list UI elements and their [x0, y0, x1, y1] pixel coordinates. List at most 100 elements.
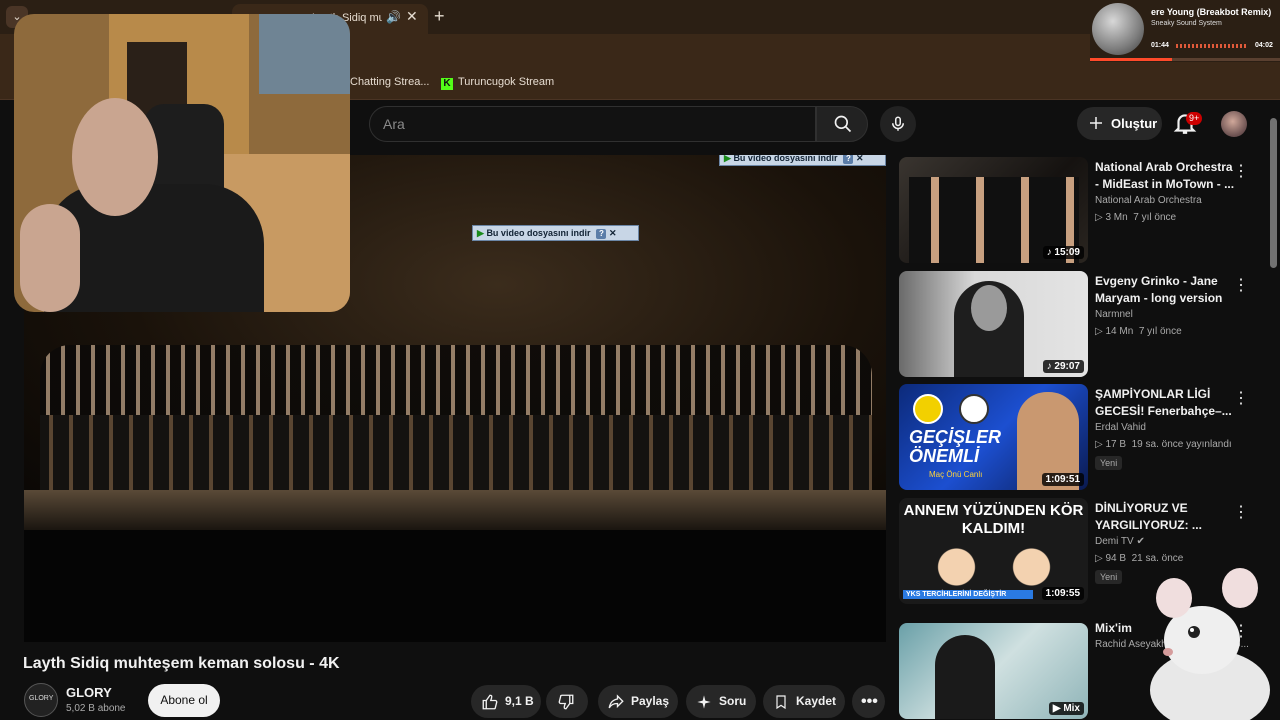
- bookmark-icon: [776, 695, 786, 710]
- recommendation-channel[interactable]: Demi TV ✔: [1095, 536, 1145, 547]
- rat-overlay: [1150, 568, 1270, 720]
- search-input-box[interactable]: [369, 106, 816, 142]
- like-button[interactable]: 9,1 B: [471, 685, 541, 718]
- duration-badge: ♪ 29:07: [1042, 360, 1084, 373]
- recommendation-thumbnail[interactable]: ♪ 29:07: [899, 271, 1088, 377]
- recommendation-thumbnail[interactable]: ANNEM YÜZÜNDEN KÖR KALDIM! YKS TERCİHLER…: [899, 498, 1088, 604]
- recommendation-title[interactable]: DİNLİYORUZ VE YARGILIYORUZ: ...: [1095, 500, 1235, 534]
- search-input[interactable]: Ara: [383, 116, 405, 132]
- recommendation-item[interactable]: ♪ 15:09 National Arab Orchestra - MidEas…: [899, 157, 1259, 265]
- save-label: Kaydet: [796, 694, 837, 708]
- now-playing-current-time: 01:44: [1151, 42, 1169, 49]
- sparkle-icon: [697, 695, 711, 709]
- thumbs-down-icon: [558, 694, 574, 710]
- download-video-banner-top[interactable]: ▶ Bu video dosyasını indir? ✕: [719, 155, 886, 166]
- thumbnail-people: [919, 544, 1069, 590]
- dislike-button[interactable]: [546, 685, 588, 718]
- voice-search-button[interactable]: [880, 106, 916, 142]
- recommendation-meta: ▷ 17 B 19 sa. önce yayınlandı: [1095, 439, 1232, 450]
- rat-eye: [1188, 626, 1200, 638]
- close-icon[interactable]: ✕: [856, 155, 864, 163]
- account-avatar[interactable]: [1221, 111, 1247, 137]
- thumbnail-subtitle: YKS TERCİHLERİNİ DEĞİŞTİR: [903, 590, 1033, 599]
- tab-close-icon[interactable]: ✕: [406, 8, 418, 25]
- more-vertical-icon[interactable]: ⋮: [1233, 275, 1249, 295]
- notification-count-badge: 9+: [1186, 112, 1203, 125]
- search-icon: [834, 115, 852, 133]
- ask-button[interactable]: Soru: [686, 685, 756, 718]
- new-badge: Yeni: [1095, 570, 1123, 584]
- channel-avatar-logo-text: GLORY: [29, 695, 54, 702]
- recommendation-title[interactable]: Evgeny Grinko - Jane Maryam - long versi…: [1095, 273, 1235, 307]
- new-tab-button[interactable]: +: [434, 6, 445, 27]
- download-video-banner[interactable]: ▶ Bu video dosyasını indir? ✕: [472, 225, 639, 241]
- rat-ear-left: [1156, 578, 1192, 618]
- mix-badge: ▶ Mix: [1048, 702, 1084, 715]
- recommendation-thumbnail[interactable]: ♪ 15:09: [899, 157, 1088, 263]
- video-title: Layth Sidiq muhteşem keman solosu - 4K: [23, 655, 340, 672]
- subscriber-count: 5,02 B abone: [66, 703, 126, 714]
- kick-logo-icon: K: [441, 78, 453, 90]
- thumbnail-headline: ANNEM YÜZÜNDEN KÖR KALDIM!: [903, 502, 1084, 537]
- more-vertical-icon[interactable]: ⋮: [1233, 388, 1249, 408]
- duration-badge: 1:09:51: [1041, 473, 1084, 486]
- thumbnail-face: [971, 285, 1007, 331]
- bookmark-turuncugok-stream[interactable]: K Turuncugok Stream: [441, 76, 554, 90]
- subscribe-button[interactable]: Abone ol: [148, 684, 220, 717]
- recommendation-channel[interactable]: Narmnel: [1095, 309, 1133, 320]
- rat-nose: [1163, 648, 1173, 656]
- search-button[interactable]: [816, 106, 868, 142]
- club-logo: [959, 394, 989, 424]
- now-playing-progress: [1090, 58, 1280, 61]
- video-frame-floor: [24, 490, 886, 530]
- recommendation-title[interactable]: ŞAMPİYONLAR LİGİ GECESİ! Fenerbahçe–...: [1095, 386, 1235, 420]
- rat-eye-shine: [1190, 628, 1194, 632]
- save-button[interactable]: Kaydet: [763, 685, 845, 718]
- recommendation-thumbnail[interactable]: ▶ Mix: [899, 623, 1088, 719]
- recommendation-channel[interactable]: National Arab Orchestra: [1095, 195, 1202, 206]
- duration-badge: ♪ 15:09: [1042, 246, 1084, 259]
- download-banner-label: Bu video dosyasını indir: [733, 155, 838, 163]
- microphone-icon: [892, 116, 904, 131]
- webcam-overlay: [14, 14, 350, 312]
- webcam-person-head: [72, 98, 158, 216]
- recommendation-title[interactable]: National Arab Orchestra - MidEast in MoT…: [1095, 159, 1235, 193]
- recommendation-item[interactable]: GEÇİŞLER ÖNEMLİ Maç Önü Canlı 1:09:51 ŞA…: [899, 384, 1259, 492]
- channel-name[interactable]: GLORY: [66, 685, 112, 700]
- recommendation-thumbnail[interactable]: GEÇİŞLER ÖNEMLİ Maç Önü Canlı 1:09:51: [899, 384, 1088, 490]
- webcam-person-arm: [20, 204, 80, 312]
- download-banner-label: Bu video dosyasını indir: [486, 228, 591, 238]
- album-art: [1092, 3, 1144, 55]
- recommendation-channel[interactable]: Erdal Vahid: [1095, 422, 1146, 433]
- help-icon[interactable]: ?: [843, 155, 854, 164]
- now-playing-artist: Sneaky Sound System: [1151, 20, 1222, 27]
- thumbs-up-icon: [482, 694, 498, 710]
- audio-visualizer: [1176, 44, 1248, 48]
- play-triangle-icon: ▶: [477, 228, 484, 238]
- more-actions-button[interactable]: •••: [852, 685, 885, 718]
- scrollbar-thumb[interactable]: [1270, 118, 1277, 268]
- play-triangle-icon: ▶: [724, 155, 731, 163]
- recommendation-meta: ▷ 14 Mn 7 yıl önce: [1095, 326, 1182, 337]
- fenerbahce-logo: [913, 394, 943, 424]
- speaker-icon[interactable]: 🔊: [386, 10, 401, 24]
- rat-ear-right: [1222, 568, 1258, 608]
- video-frame-orchestra: [40, 415, 872, 495]
- now-playing-progress-fill: [1090, 58, 1172, 61]
- share-button[interactable]: Paylaş: [598, 685, 678, 718]
- share-label: Paylaş: [631, 694, 670, 708]
- share-icon: [608, 694, 624, 709]
- ask-label: Soru: [719, 694, 747, 708]
- like-count: 9,1 B: [505, 694, 534, 708]
- close-icon[interactable]: ✕: [609, 228, 617, 238]
- create-label: Oluştur: [1111, 116, 1158, 131]
- bookmark-chatting-stream[interactable]: Chatting Strea...: [350, 76, 430, 88]
- help-icon[interactable]: ?: [596, 229, 607, 239]
- more-horizontal-icon: •••: [861, 693, 878, 710]
- more-vertical-icon[interactable]: ⋮: [1233, 161, 1249, 181]
- more-vertical-icon[interactable]: ⋮: [1233, 502, 1249, 522]
- bookmark-label: Turuncugok Stream: [458, 76, 555, 88]
- duration-badge: 1:09:55: [1041, 587, 1084, 600]
- thumbnail-subtitle: Maç Önü Canlı: [929, 470, 983, 479]
- recommendation-item[interactable]: ♪ 29:07 Evgeny Grinko - Jane Maryam - lo…: [899, 271, 1259, 379]
